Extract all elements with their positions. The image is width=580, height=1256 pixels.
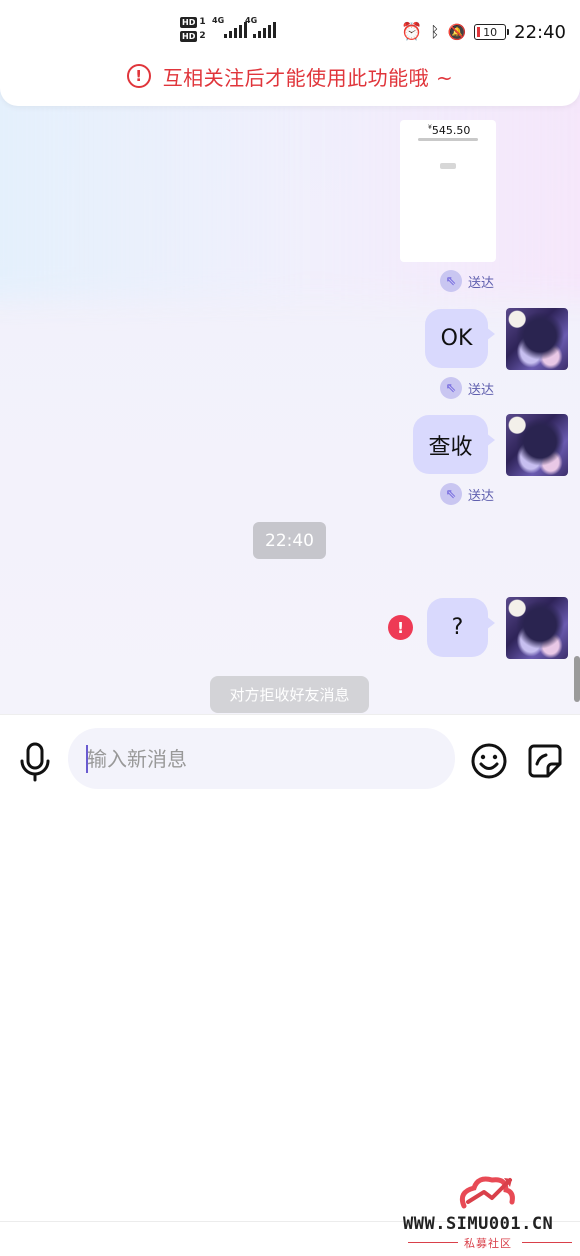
- delivered-label: 送达: [468, 488, 495, 504]
- delivered-icon: ⇖: [440, 377, 462, 399]
- watermark-url: WWW.SIMU001.CN: [403, 1214, 554, 1234]
- clock: 22:40: [514, 21, 566, 43]
- status-bar: HD 1 HD 2 4G 4G ⏰ ᛒ 🔕 10 22:40: [0, 14, 580, 52]
- battery-icon: 10: [474, 24, 510, 40]
- message-bubble-question[interactable]: ?: [427, 598, 495, 657]
- network-type: 4G: [245, 16, 258, 25]
- banner-text: 互相关注后才能使用此功能哦 ~: [162, 65, 454, 90]
- delivered-icon: ⇖: [440, 270, 462, 292]
- avatar[interactable]: [506, 597, 568, 659]
- avatar[interactable]: [506, 308, 568, 370]
- watermark: WWW.SIMU001.CN 私募社区: [400, 1172, 578, 1256]
- sim-number: 1: [199, 17, 206, 27]
- hd-badge: HD: [180, 17, 198, 28]
- system-notice: 对方拒收好友消息: [210, 676, 369, 713]
- divider: [522, 1242, 572, 1243]
- sim-indicators: HD 1 HD 2: [180, 17, 206, 42]
- sim1-indicator: HD 1: [180, 17, 206, 28]
- delivered-status: ⇖ 送达: [440, 270, 494, 292]
- message-text: OK: [440, 326, 473, 351]
- image-amount: ¥545.50: [428, 124, 471, 137]
- image-message[interactable]: ¥545.50: [400, 120, 496, 262]
- mute-bell-icon: 🔕: [447, 23, 467, 41]
- delivered-label: 送达: [468, 275, 495, 291]
- scrollbar[interactable]: [574, 656, 580, 702]
- bluetooth-icon: ᛒ: [430, 23, 440, 41]
- signal-2-icon: 4G: [245, 16, 276, 38]
- emoji-icon[interactable]: [470, 742, 508, 780]
- message-text: ?: [451, 615, 464, 640]
- alarm-icon: ⏰: [401, 22, 423, 42]
- voice-input-icon[interactable]: [18, 742, 52, 782]
- watermark-logo-icon: [458, 1172, 520, 1214]
- image-subtext: [418, 138, 478, 141]
- delivered-icon: ⇖: [440, 483, 462, 505]
- top-card: HD 1 HD 2 4G 4G ⏰ ᛒ 🔕 10 22:40 ! 互相关注后才能…: [0, 0, 580, 106]
- send-failed-icon[interactable]: !: [388, 615, 413, 640]
- sim2-indicator: HD 2: [180, 31, 206, 42]
- delivered-status: ⇖ 送达: [440, 377, 494, 399]
- delivered-status: ⇖ 送达: [440, 483, 494, 505]
- signal-1-icon: 4G: [212, 16, 247, 38]
- message-bubble-ok[interactable]: OK: [425, 309, 495, 368]
- battery-level: 10: [483, 25, 498, 39]
- sim-number: 2: [199, 31, 206, 41]
- message-bubble-check[interactable]: 查收: [413, 415, 495, 474]
- message-text: 查收: [428, 434, 473, 460]
- delivered-label: 送达: [468, 382, 495, 398]
- input-placeholder: 输入新消息: [87, 747, 187, 771]
- timestamp-chip: 22:40: [253, 522, 326, 559]
- divider: [408, 1242, 458, 1243]
- sticker-icon[interactable]: [526, 742, 564, 780]
- image-button: [440, 163, 456, 169]
- warning-icon: !: [126, 64, 151, 88]
- watermark-subtitle: 私募社区: [464, 1237, 512, 1250]
- chat-background: [0, 0, 580, 714]
- network-type: 4G: [212, 16, 225, 25]
- hd-badge: HD: [180, 31, 198, 42]
- avatar[interactable]: [506, 414, 568, 476]
- status-right: ⏰ ᛒ 🔕 10 22:40: [401, 20, 566, 44]
- follow-required-banner: ! 互相关注后才能使用此功能哦 ~: [0, 58, 580, 94]
